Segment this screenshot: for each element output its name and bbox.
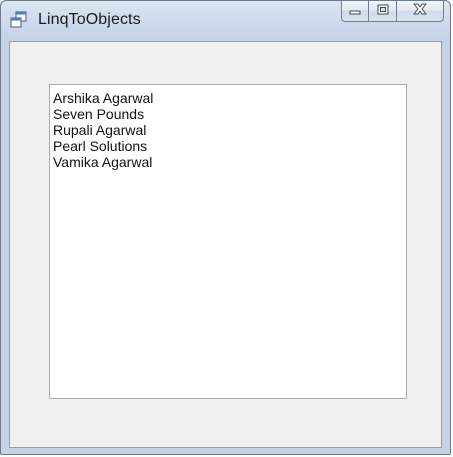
windows-form-icon[interactable] [10,11,28,29]
close-button[interactable] [397,1,444,22]
close-icon [412,2,428,20]
maximize-icon [377,2,389,20]
list-item[interactable]: Pearl Solutions [53,138,403,154]
window-title: LinqToObjects [38,11,141,28]
list-item[interactable]: Vamika Agarwal [53,154,403,170]
names-listbox[interactable]: Arshika Agarwal Seven Pounds Rupali Agar… [49,84,407,399]
app-window: LinqToObjects Arshika Agarwal Seven Poun… [0,0,451,455]
caption-buttons [341,1,444,22]
list-item[interactable]: Rupali Agarwal [53,122,403,138]
title-bar[interactable]: LinqToObjects [1,1,450,41]
form-client-area: Arshika Agarwal Seven Pounds Rupali Agar… [9,41,442,448]
maximize-button[interactable] [369,1,397,22]
list-item[interactable]: Arshika Agarwal [53,90,403,106]
list-item[interactable]: Seven Pounds [53,106,403,122]
minimize-icon [349,2,361,20]
minimize-button[interactable] [341,1,369,22]
